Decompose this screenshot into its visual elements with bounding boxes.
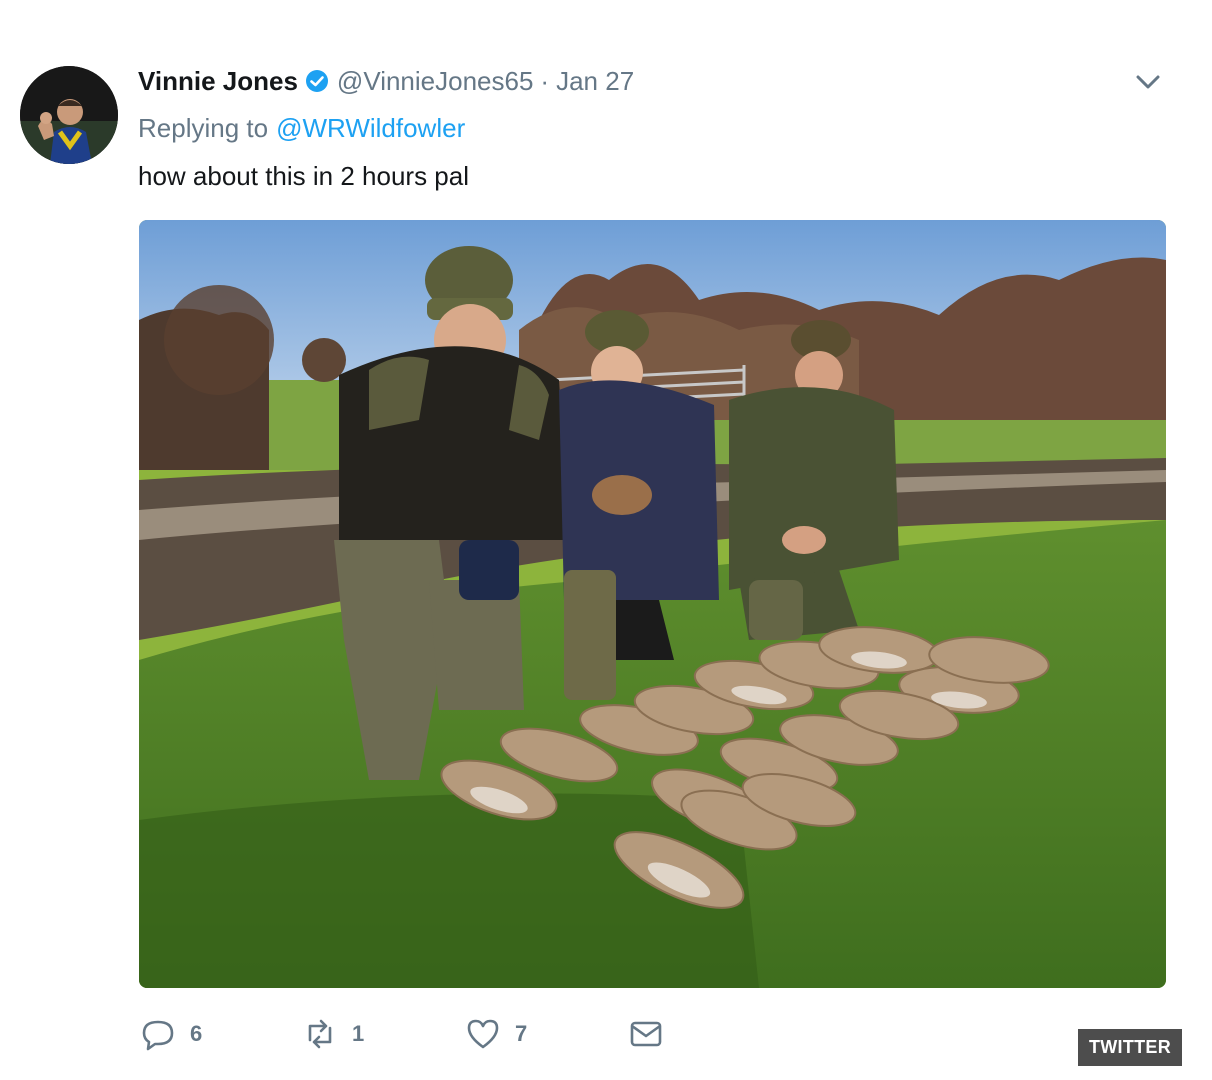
author-handle[interactable]: @VinnieJones65 — [337, 66, 534, 97]
retweet-icon — [308, 1019, 332, 1049]
direct-message-button[interactable] — [628, 1014, 664, 1054]
separator-dot: · — [540, 65, 550, 96]
replying-to-link[interactable]: @WRWildfowler — [276, 113, 465, 143]
reply-count: 6 — [190, 1021, 203, 1046]
reply-button[interactable]: 6 — [140, 1014, 202, 1054]
envelope-icon — [630, 1021, 662, 1047]
tweet-actions: 6 1 7 — [140, 1014, 700, 1054]
retweet-count: 1 — [352, 1021, 365, 1046]
retweet-button[interactable]: 1 — [302, 1014, 364, 1054]
author-avatar[interactable] — [20, 66, 118, 164]
chevron-down-icon[interactable] — [1132, 68, 1164, 96]
source-badge: TWITTER — [1078, 1029, 1182, 1066]
tweet-header: Vinnie Jones @VinnieJones65 · Jan 27 — [138, 64, 634, 98]
like-button[interactable]: 7 — [465, 1014, 527, 1054]
heart-icon — [467, 1019, 499, 1049]
author-name[interactable]: Vinnie Jones — [138, 66, 298, 97]
tweet-photo[interactable] — [139, 220, 1166, 988]
like-count: 7 — [515, 1021, 528, 1046]
tweet-date[interactable]: Jan 27 — [556, 66, 634, 97]
tweet-text: how about this in 2 hours pal — [138, 161, 469, 191]
verified-badge-icon — [305, 70, 328, 92]
replying-prefix: Replying to — [138, 113, 269, 143]
reply-icon — [142, 1020, 174, 1051]
replying-to: Replying to @WRWildfowler — [138, 113, 465, 144]
